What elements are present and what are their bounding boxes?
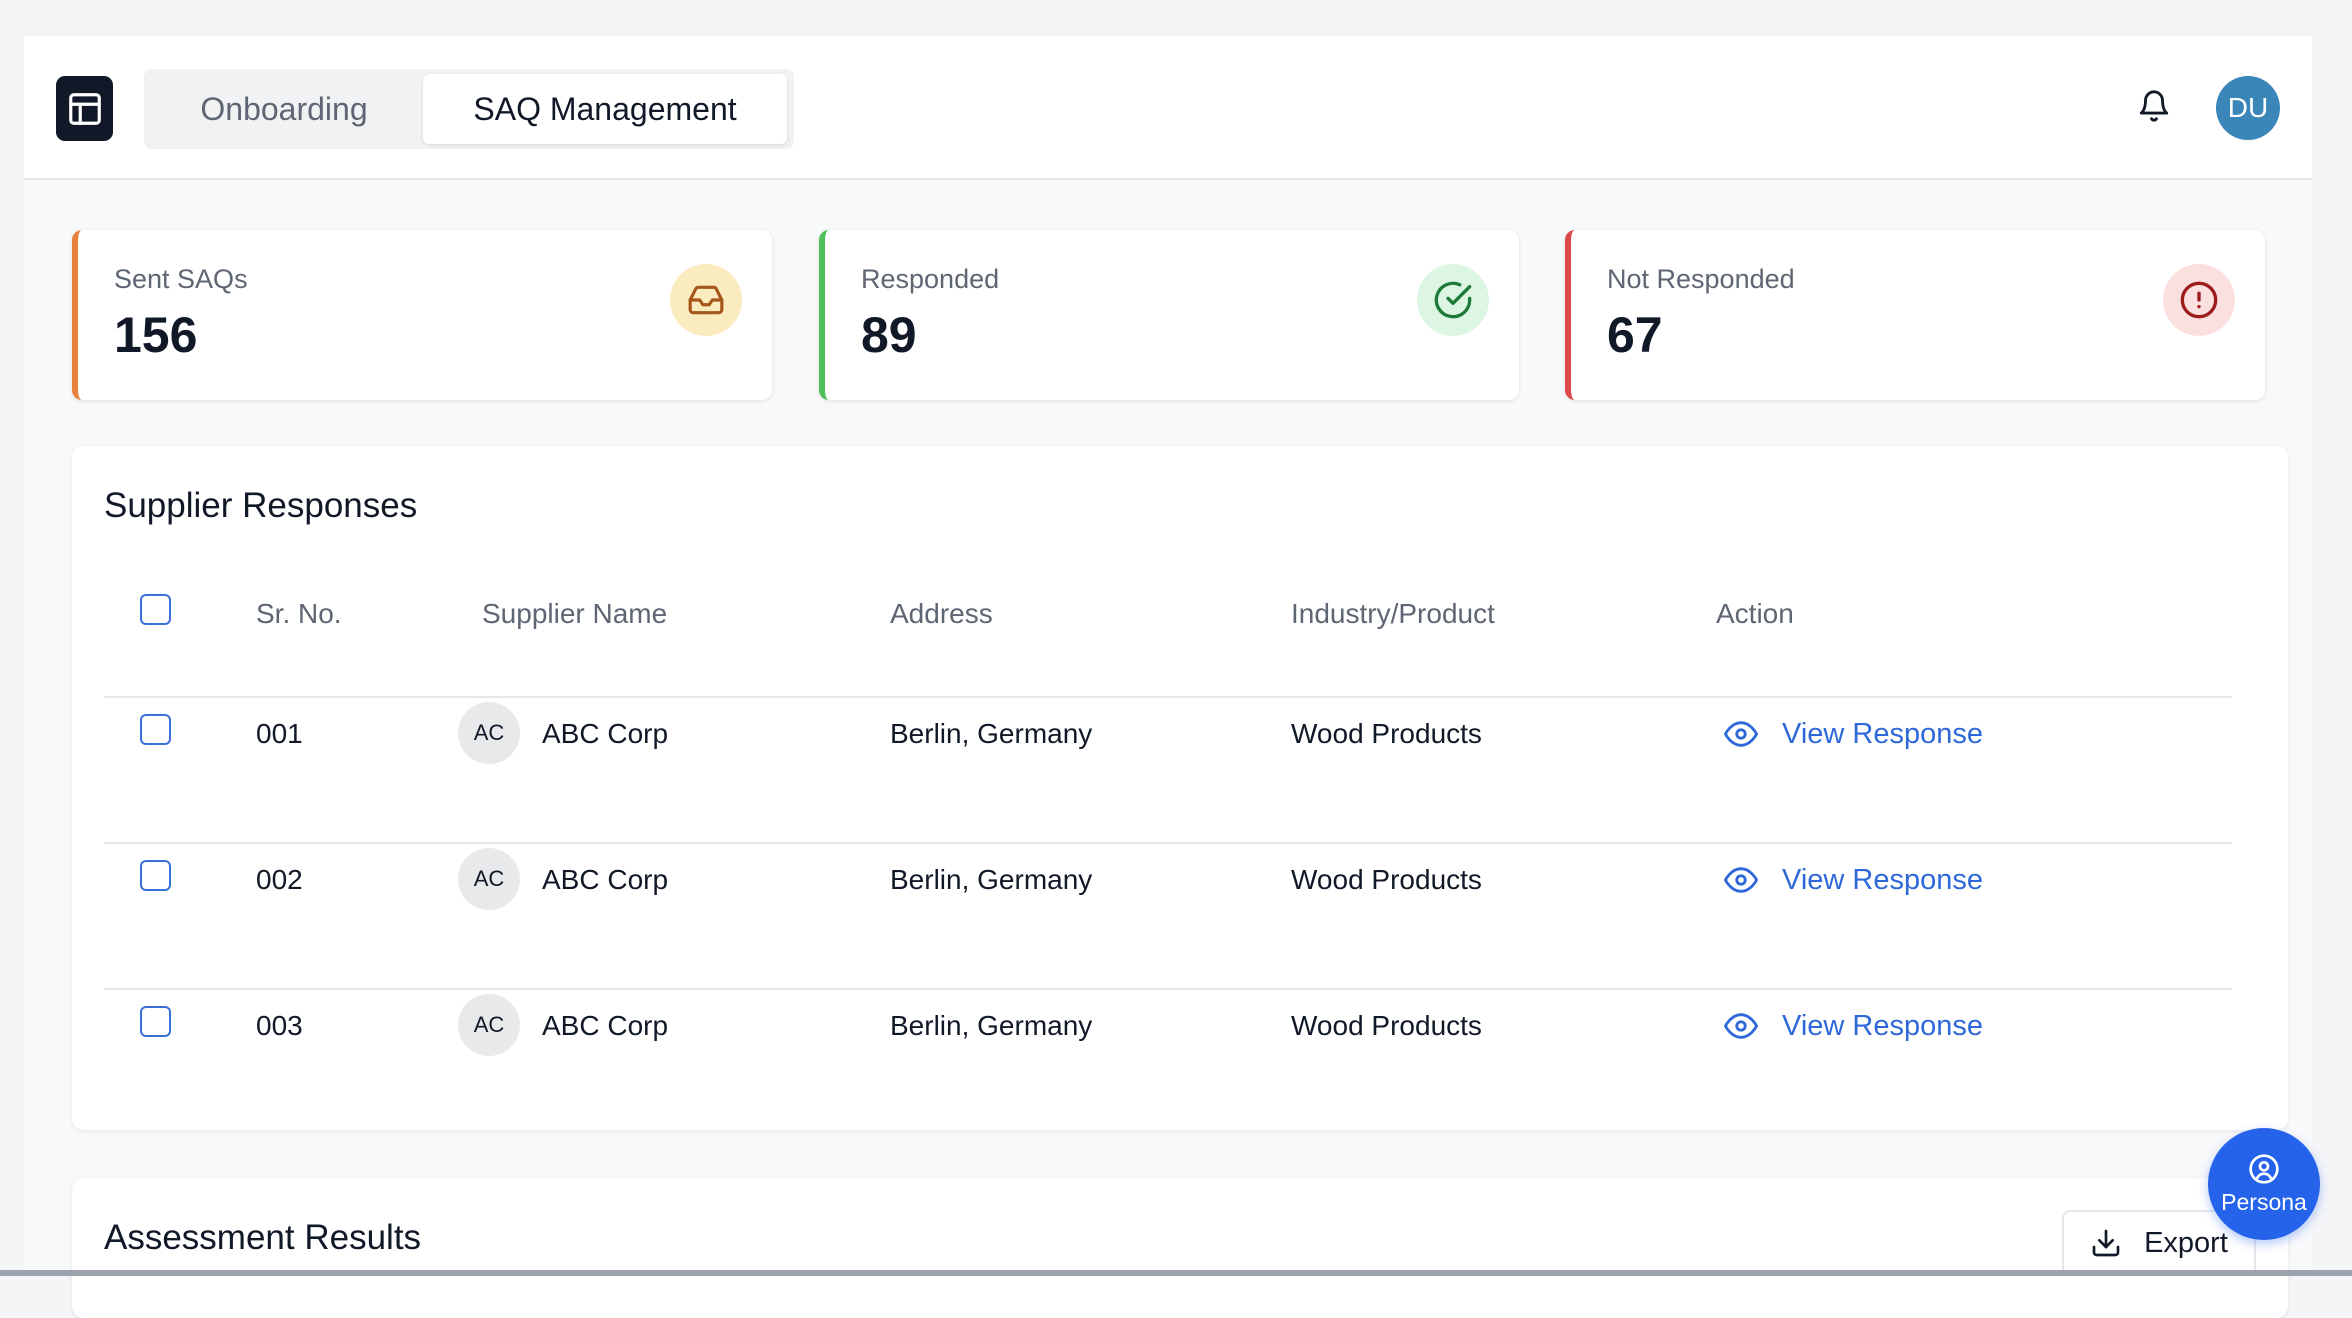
select-all-checkbox[interactable] — [140, 594, 171, 625]
eye-icon — [1724, 1008, 1760, 1044]
stat-value: 89 — [861, 307, 917, 363]
sr-no: 003 — [256, 1010, 303, 1041]
eye-icon — [1724, 862, 1760, 898]
address: Berlin, Germany — [890, 718, 1093, 749]
industry: Wood Products — [1291, 718, 1482, 749]
divider — [104, 988, 2232, 990]
bell-icon[interactable] — [2134, 86, 2174, 126]
supplier-name: ABC Corp — [542, 864, 669, 895]
view-response-button[interactable]: View Response — [1724, 858, 1983, 902]
eye-icon — [1724, 716, 1760, 752]
address: Berlin, Germany — [890, 864, 1093, 895]
user-avatar[interactable]: DU — [2216, 76, 2280, 140]
check-circle-icon — [1417, 264, 1489, 336]
stat-value: 156 — [114, 307, 198, 363]
top-header: Onboarding SAQ Management DU — [24, 36, 2312, 180]
sr-no: 001 — [256, 718, 303, 749]
window-bottom-edge — [0, 1270, 2352, 1276]
column-header-action: Action — [1716, 598, 1794, 629]
stat-card-not-responded: Not Responded 67 — [1565, 230, 2265, 400]
supplier-name: ABC Corp — [542, 718, 669, 749]
tab-onboarding[interactable]: Onboarding — [149, 74, 419, 144]
row-checkbox[interactable] — [140, 1006, 171, 1037]
download-icon — [2090, 1227, 2122, 1259]
column-header-sr-no[interactable]: Sr. No. — [256, 598, 342, 630]
view-response-button[interactable]: View Response — [1724, 1004, 1983, 1048]
view-response-button[interactable]: View Response — [1724, 712, 1983, 756]
address: Berlin, Germany — [890, 1010, 1093, 1041]
supplier-avatar: AC — [458, 702, 520, 764]
export-label: Export — [2144, 1226, 2228, 1259]
section-title: Assessment Results — [104, 1218, 422, 1257]
column-header-industry[interactable]: Industry/Product — [1291, 598, 1495, 630]
view-response-label: View Response — [1782, 863, 1983, 896]
stat-card-responded: Responded 89 — [819, 230, 1519, 400]
stat-label: Responded — [861, 264, 1000, 294]
tab-saq-management[interactable]: SAQ Management — [423, 74, 787, 144]
persona-label: Persona — [2221, 1188, 2307, 1215]
supplier-name: ABC Corp — [542, 1010, 669, 1041]
row-checkbox[interactable] — [140, 714, 171, 745]
divider — [104, 842, 2232, 844]
divider — [104, 696, 2232, 698]
persona-button[interactable]: Persona — [2208, 1128, 2320, 1240]
alert-circle-icon — [2163, 264, 2235, 336]
tab-bar: Onboarding SAQ Management — [144, 69, 794, 149]
stat-value: 67 — [1607, 307, 1663, 363]
row-checkbox[interactable] — [140, 860, 171, 891]
app-logo-icon[interactable] — [56, 76, 113, 141]
sr-no: 002 — [256, 864, 303, 895]
inbox-icon — [670, 264, 742, 336]
user-circle-icon — [2248, 1153, 2280, 1185]
assessment-results-card: Assessment Results Export — [72, 1178, 2288, 1318]
stat-card-sent: Sent SAQs 156 — [72, 230, 772, 400]
column-header-address[interactable]: Address — [890, 598, 993, 630]
stat-label: Not Responded — [1607, 264, 1795, 294]
supplier-avatar: AC — [458, 848, 520, 910]
industry: Wood Products — [1291, 864, 1482, 895]
app-window: Onboarding SAQ Management DU Sent SAQs 1… — [24, 36, 2312, 1318]
supplier-responses-card: Supplier Responses Sr. No. Supplier Name… — [72, 446, 2288, 1130]
industry: Wood Products — [1291, 1010, 1482, 1041]
supplier-avatar: AC — [458, 994, 520, 1056]
view-response-label: View Response — [1782, 1009, 1983, 1042]
view-response-label: View Response — [1782, 717, 1983, 750]
column-header-supplier-name[interactable]: Supplier Name — [482, 598, 667, 630]
stat-label: Sent SAQs — [114, 264, 248, 294]
section-title: Supplier Responses — [104, 486, 418, 525]
